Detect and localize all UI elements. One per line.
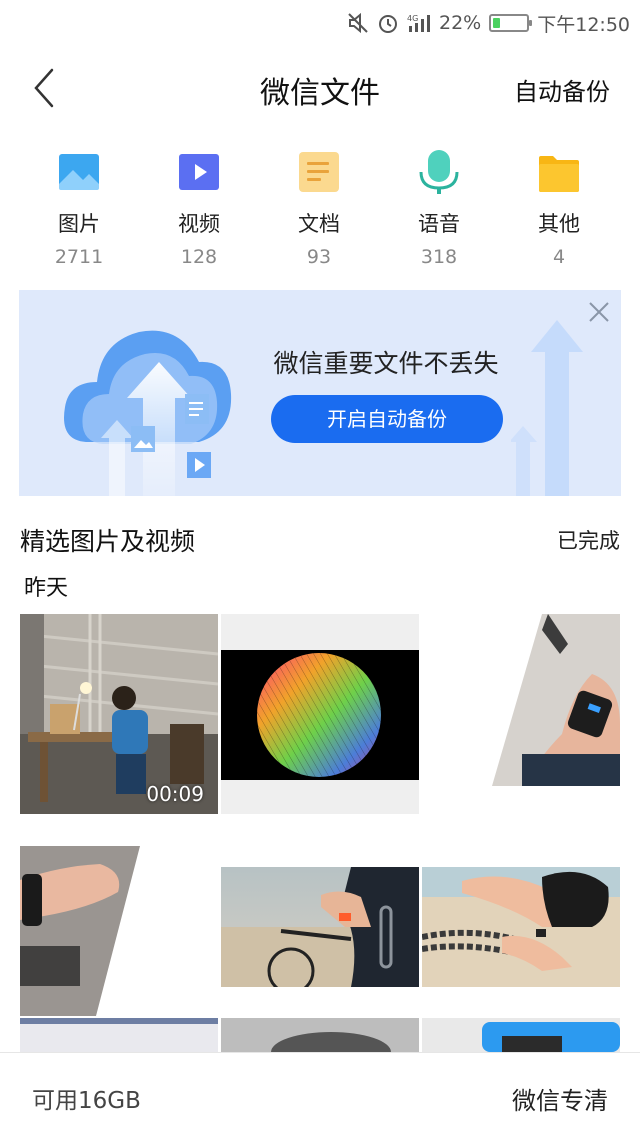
battery-icon bbox=[489, 14, 533, 32]
category-label: 其他 bbox=[538, 212, 580, 236]
category-videos[interactable]: 视频 128 bbox=[139, 150, 259, 270]
media-thumbnail-image[interactable] bbox=[221, 867, 419, 987]
video-icon bbox=[179, 154, 219, 190]
bottom-bar: 可用16GB 微信专清 bbox=[0, 1052, 640, 1138]
wechat-clean-button[interactable]: 微信专清 bbox=[512, 1081, 608, 1116]
status-bar: 4G 22% 下午12:50 bbox=[0, 0, 640, 46]
media-thumbnail-image[interactable] bbox=[221, 1018, 419, 1052]
mute-icon bbox=[347, 12, 369, 34]
category-row: 图片 2711 视频 128 文档 93 语音 318 其他 4 bbox=[19, 150, 619, 270]
cloud-upload-illustration bbox=[64, 330, 232, 496]
partial-thumbnail-image bbox=[221, 1018, 419, 1052]
category-other[interactable]: 其他 4 bbox=[499, 150, 619, 270]
folder-icon bbox=[539, 156, 579, 192]
close-icon[interactable] bbox=[587, 300, 611, 324]
header: 微信文件 自动备份 bbox=[0, 50, 640, 126]
image-icon bbox=[59, 154, 99, 190]
document-icon bbox=[299, 152, 339, 192]
category-count: 318 bbox=[420, 246, 458, 268]
category-label: 图片 bbox=[58, 212, 100, 236]
video-duration: 00:09 bbox=[146, 782, 204, 806]
partial-thumbnail-image bbox=[422, 1018, 620, 1052]
category-voice[interactable]: 语音 318 bbox=[379, 150, 499, 270]
backup-banner[interactable]: 微信重要文件不丢失 开启自动备份 bbox=[19, 290, 621, 496]
category-count: 4 bbox=[552, 246, 566, 268]
section-title: 精选图片及视频 bbox=[20, 527, 196, 556]
media-thumbnail-image[interactable] bbox=[422, 867, 620, 987]
category-label: 视频 bbox=[178, 212, 220, 236]
battery-percent: 22% bbox=[439, 12, 482, 34]
media-thumbnail-video[interactable]: 00:09 bbox=[20, 614, 218, 814]
category-label: 文档 bbox=[298, 212, 340, 236]
storage-available-label: 可用16GB bbox=[32, 1088, 141, 1114]
auto-backup-button[interactable]: 自动备份 bbox=[514, 72, 610, 107]
category-documents[interactable]: 文档 93 bbox=[259, 150, 379, 270]
svg-text:4G: 4G bbox=[407, 14, 418, 23]
partial-thumbnail-image bbox=[20, 1018, 218, 1052]
cyclist-thumbnail-image bbox=[221, 867, 419, 987]
category-count: 128 bbox=[180, 246, 218, 268]
signal-icon: 4G bbox=[407, 12, 431, 34]
back-button[interactable] bbox=[26, 66, 66, 110]
category-count: 93 bbox=[306, 246, 332, 268]
upload-arrows-decoration bbox=[511, 320, 583, 496]
category-label: 语音 bbox=[418, 212, 460, 236]
media-thumbnail-image[interactable] bbox=[221, 614, 419, 814]
alarm-icon bbox=[377, 12, 399, 34]
wristband-hand-thumbnail-image bbox=[20, 846, 218, 1016]
microphone-icon bbox=[419, 150, 459, 194]
beach-thumbnail-image bbox=[422, 867, 620, 987]
wristband-arm-thumbnail-image bbox=[422, 614, 620, 814]
banner-text: 微信重要文件不丢失 bbox=[273, 349, 499, 378]
done-button[interactable]: 已完成 bbox=[557, 525, 620, 555]
media-thumbnail-image[interactable] bbox=[20, 846, 218, 1046]
date-group-label: 昨天 bbox=[24, 576, 69, 601]
category-images[interactable]: 图片 2711 bbox=[19, 150, 139, 270]
category-count: 2711 bbox=[54, 246, 104, 268]
clock: 下午12:50 bbox=[537, 13, 630, 36]
enable-auto-backup-button[interactable]: 开启自动备份 bbox=[271, 395, 503, 443]
wafer-thumbnail-image bbox=[221, 614, 419, 814]
chevron-left-icon bbox=[34, 68, 54, 108]
media-thumbnail-image[interactable] bbox=[422, 1018, 620, 1052]
media-thumbnail-image[interactable] bbox=[422, 614, 620, 814]
media-thumbnail-image[interactable] bbox=[20, 1018, 218, 1052]
